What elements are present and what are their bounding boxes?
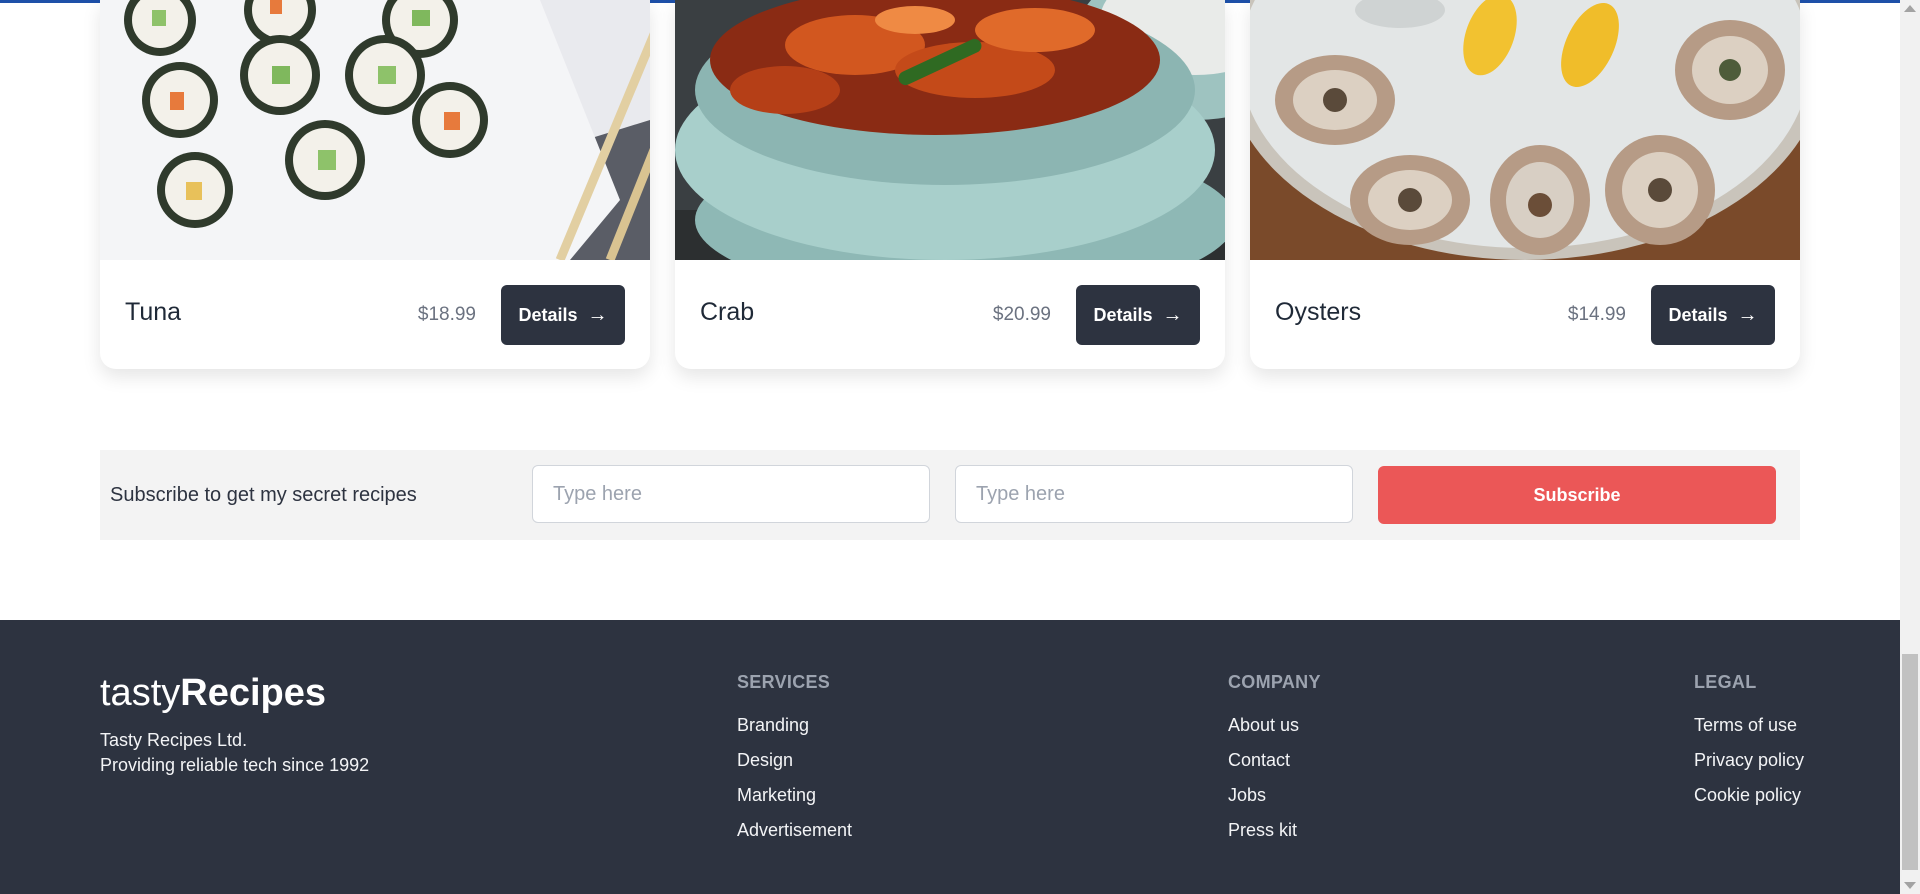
details-button-label: Details [518,304,578,325]
footer-link-branding[interactable]: Branding [737,715,852,750]
recipe-card-tuna: Tuna $18.99 Details → [100,0,650,369]
footer-column-title: LEGAL [1694,672,1757,692]
card-price: $14.99 [1567,304,1626,325]
footer-column-legal: LEGAL Terms of use Privacy policy Cookie… [1694,672,1804,820]
recipe-cards: Tuna $18.99 Details → Crab $20.99 Detail… [100,0,1800,370]
footer-link-contact[interactable]: Contact [1228,750,1321,785]
company-name: Tasty Recipes Ltd. [100,730,248,750]
subscribe-text: Subscribe to get my secret recipes [110,484,417,506]
details-button-label: Details [1668,304,1728,325]
footer-link-jobs[interactable]: Jobs [1228,785,1321,820]
subscribe-bar: Subscribe to get my secret recipes Subsc… [100,450,1800,540]
details-button-label: Details [1093,304,1153,325]
details-button[interactable]: Details → [1651,285,1775,345]
footer-link-cookie-policy[interactable]: Cookie policy [1694,785,1804,820]
subscribe-input-1[interactable] [532,465,930,523]
footer-link-press-kit[interactable]: Press kit [1228,820,1321,855]
arrow-right-icon: → [1737,303,1758,326]
footer-link-privacy-policy[interactable]: Privacy policy [1694,750,1804,785]
oysters-on-ice-photo [1250,0,1800,260]
subscribe-input-2[interactable] [955,465,1353,523]
card-title: Tuna [125,298,182,326]
crab-bowl-photo [675,0,1225,260]
details-button[interactable]: Details → [1076,285,1200,345]
company-tagline: Providing reliable tech since 1992 [100,755,370,775]
brand-logo[interactable]: tastyRecipes [100,672,326,715]
scroll-up-icon[interactable] [1904,5,1916,12]
brand-light: tasty [100,672,181,714]
company-info: Tasty Recipes Ltd. Providing reliable te… [100,728,369,778]
footer-link-terms-of-use[interactable]: Terms of use [1694,715,1804,750]
footer-link-about-us[interactable]: About us [1228,715,1321,750]
footer-column-title: SERVICES [737,672,831,692]
footer-column-title: COMPANY [1228,672,1321,692]
recipe-card-crab: Crab $20.99 Details → [675,0,1225,369]
footer-column-company: COMPANY About us Contact Jobs Press kit [1228,672,1321,855]
card-title: Crab [700,298,755,326]
details-button[interactable]: Details → [501,285,625,345]
footer-link-advertisement[interactable]: Advertisement [737,820,852,855]
recipe-card-oysters: Oysters $14.99 Details → [1250,0,1800,369]
footer-column-services: SERVICES Branding Design Marketing Adver… [737,672,852,855]
footer-link-design[interactable]: Design [737,750,852,785]
footer-link-marketing[interactable]: Marketing [737,785,852,820]
arrow-right-icon: → [1162,303,1183,326]
sushi-rolls-photo [100,0,650,260]
subscribe-button[interactable]: Subscribe [1378,466,1776,524]
scroll-down-icon[interactable] [1904,882,1916,889]
page-scrollbar[interactable] [1900,0,1920,894]
card-price: $20.99 [992,304,1051,325]
arrow-right-icon: → [587,303,608,326]
card-title: Oysters [1275,298,1362,326]
brand-bold: Recipes [180,672,326,714]
scrollbar-thumb[interactable] [1902,654,1918,870]
card-price: $18.99 [417,304,476,325]
site-footer: tastyRecipes Tasty Recipes Ltd. Providin… [0,620,1900,894]
